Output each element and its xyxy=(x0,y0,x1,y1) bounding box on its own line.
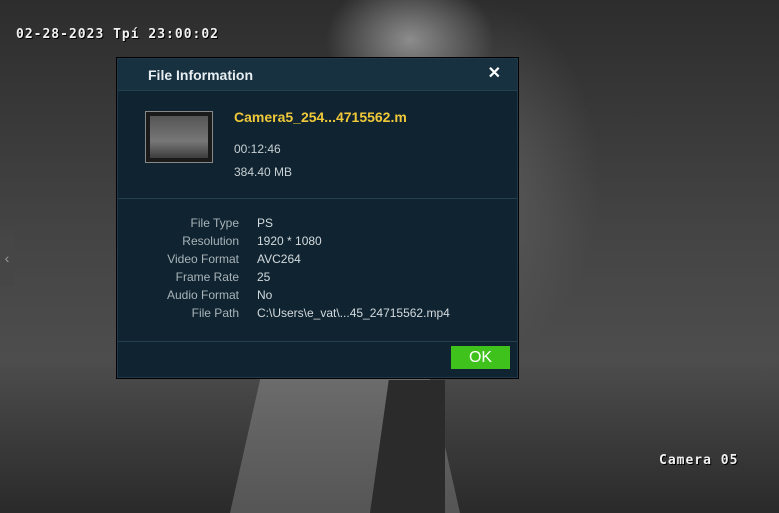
property-label: File Path xyxy=(191,306,239,320)
property-value: PS xyxy=(257,216,274,230)
video-thumbnail xyxy=(145,111,213,163)
dialog-title: File Information xyxy=(148,67,253,83)
property-value: No xyxy=(257,288,273,302)
side-panel-toggle[interactable]: ‹ xyxy=(0,230,14,286)
file-information-dialog: File Information ✕ Camera5_254...4715562… xyxy=(117,58,518,378)
property-label: Video Format xyxy=(167,252,239,266)
property-value: C:\Users\e_vat\...45_24715562.mp4 xyxy=(257,306,450,320)
property-label: Audio Format xyxy=(166,288,239,302)
dialog-header: File Information ✕ xyxy=(118,59,517,91)
video-timestamp-overlay: 02-28-2023 Tpí 23:00:02 xyxy=(16,27,220,42)
file-name: Camera5_254...4715562.m xyxy=(234,109,407,125)
property-row-file-path: File Path C:\Users\e_vat\...45_24715562.… xyxy=(118,306,517,324)
thumbnail-image xyxy=(150,116,208,158)
property-value: 25 xyxy=(257,270,271,284)
property-row-frame-rate: Frame Rate 25 xyxy=(118,270,517,288)
file-properties-list: File Type PS Resolution 1920 * 1080 Vide… xyxy=(118,216,517,324)
ok-button[interactable]: OK xyxy=(451,346,510,369)
divider xyxy=(118,341,517,342)
file-size: 384.40 MB xyxy=(234,165,293,179)
divider xyxy=(118,198,517,199)
property-label: File Type xyxy=(190,216,239,230)
chevron-left-icon: ‹ xyxy=(4,250,10,266)
property-row-audio-format: Audio Format No xyxy=(118,288,517,306)
camera-name-overlay: Camera 05 xyxy=(659,453,739,468)
property-label: Resolution xyxy=(182,234,239,248)
property-row-file-type: File Type PS xyxy=(118,216,517,234)
property-label: Frame Rate xyxy=(175,270,239,284)
file-duration: 00:12:46 xyxy=(234,142,281,156)
property-value: 1920 * 1080 xyxy=(257,234,322,248)
property-row-video-format: Video Format AVC264 xyxy=(118,252,517,270)
close-icon[interactable]: ✕ xyxy=(488,64,501,84)
property-row-resolution: Resolution 1920 * 1080 xyxy=(118,234,517,252)
property-value: AVC264 xyxy=(257,252,301,266)
